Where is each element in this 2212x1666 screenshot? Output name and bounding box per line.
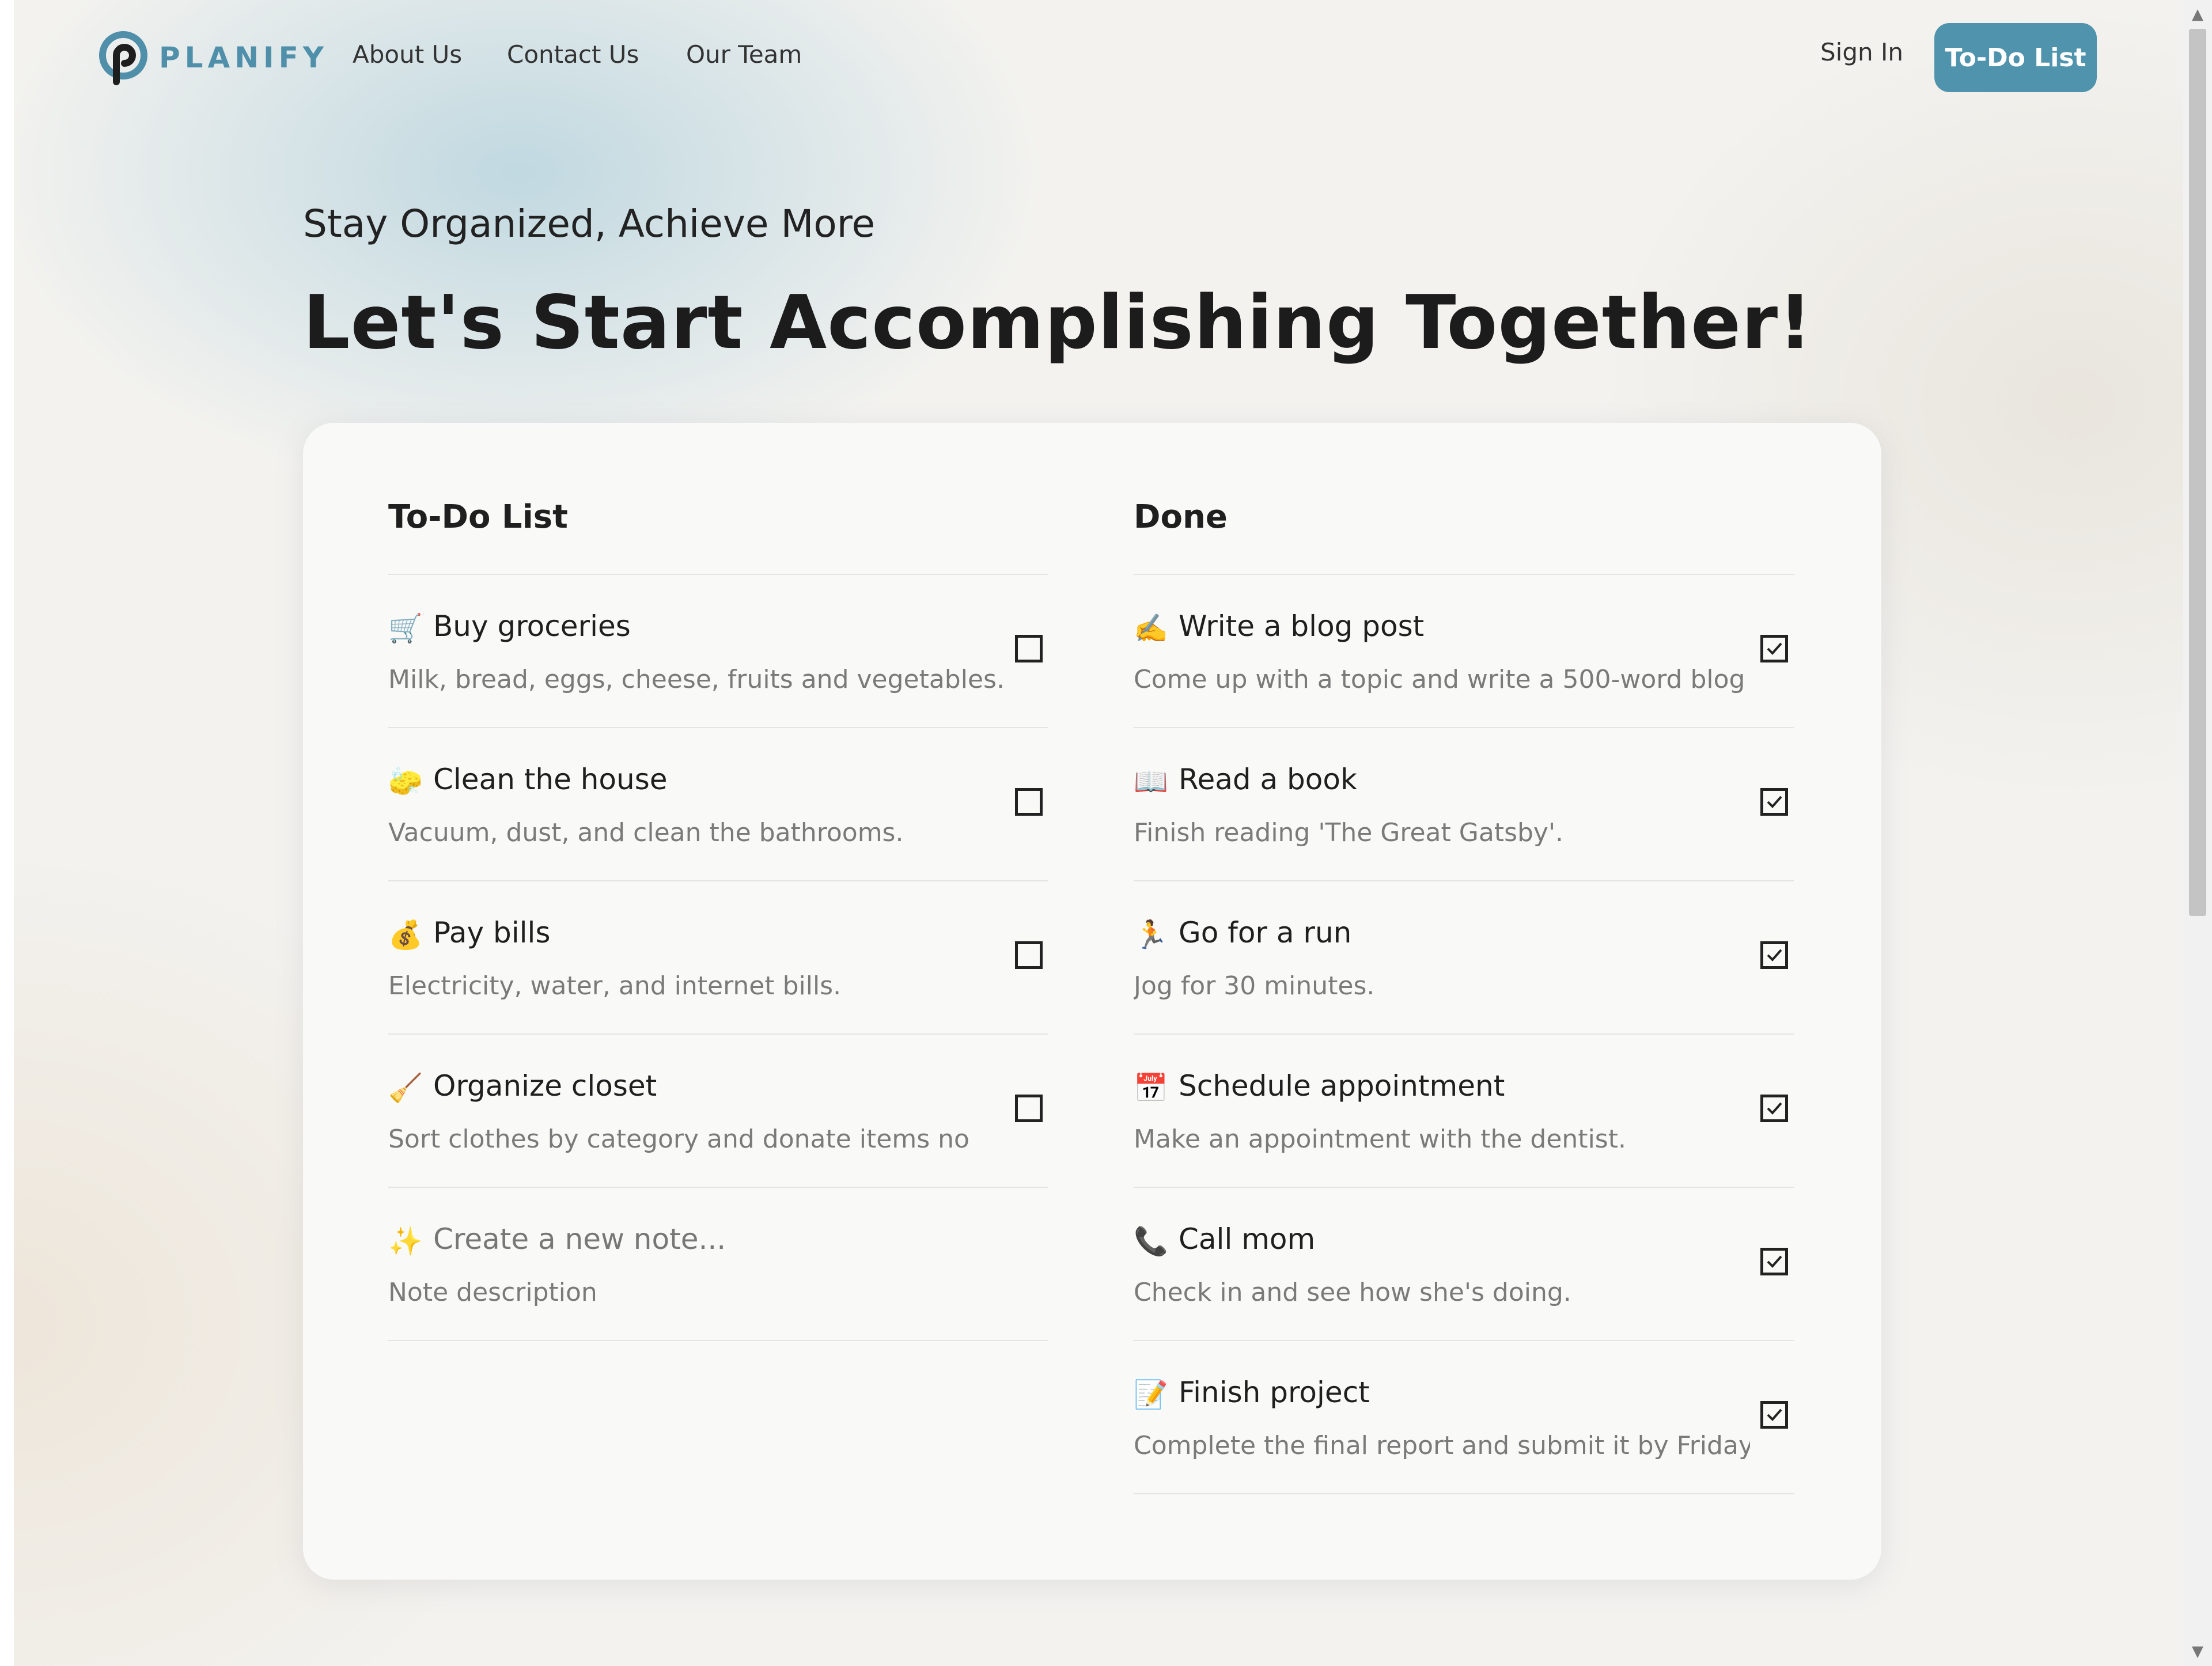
checkmark-icon	[1767, 949, 1782, 961]
done-item-description: Check in and see how she's doing.	[1134, 1278, 1571, 1307]
todo-item-description: Milk, bread, eggs, cheese, fruits and ve…	[388, 665, 1005, 694]
todo-item-title: Organize closet	[433, 1069, 657, 1103]
checkmark-icon	[1767, 1255, 1782, 1268]
todo-item-title: Buy groceries	[433, 609, 631, 643]
left-edge	[0, 0, 14, 1666]
todo-item: 🧹 Organize closet Sort clothes by catego…	[388, 1035, 1048, 1188]
done-item: 🏃 Go for a run Jog for 30 minutes.	[1134, 881, 1794, 1035]
shopping-cart-icon: 🛒	[388, 612, 423, 645]
checkmark-icon	[1767, 642, 1782, 655]
new-note-title-input[interactable]: Create a new note...	[433, 1222, 726, 1256]
done-item: 📖 Read a book Finish reading 'The Great …	[1134, 728, 1794, 881]
hero-headline: Let's Start Accomplishing Together!	[303, 280, 1813, 366]
scroll-up-arrow-icon[interactable]: ▲	[2183, 0, 2212, 29]
phone-icon: 📞	[1134, 1225, 1168, 1258]
done-item: ✍️ Write a blog post Come up with a topi…	[1134, 575, 1794, 728]
done-item-description: Jog for 30 minutes.	[1134, 971, 1375, 1001]
runner-icon: 🏃	[1134, 919, 1168, 951]
done-item: 📝 Finish project Complete the final repo…	[1134, 1341, 1794, 1494]
done-item: 📅 Schedule appointment Make an appointme…	[1134, 1035, 1794, 1188]
tasks-card: To-Do List 🛒 Buy groceries Milk, bread, …	[303, 423, 1881, 1580]
done-checkbox[interactable]	[1760, 1095, 1788, 1122]
sponge-icon: 🧽	[388, 766, 423, 798]
done-item-title: Write a blog post	[1179, 609, 1425, 643]
checkmark-icon	[1767, 1408, 1782, 1421]
checkmark-icon	[1767, 1102, 1782, 1115]
hero-subtitle: Stay Organized, Achieve More	[303, 202, 876, 246]
todo-checkbox[interactable]	[1015, 1095, 1043, 1122]
broom-icon: 🧹	[388, 1072, 423, 1104]
writing-hand-icon: ✍️	[1134, 612, 1168, 645]
done-heading: Done	[1134, 501, 1794, 575]
done-item-title: Schedule appointment	[1179, 1069, 1505, 1103]
done-checkbox[interactable]	[1760, 1248, 1788, 1275]
todo-heading: To-Do List	[388, 501, 1048, 575]
done-column: Done ✍️ Write a blog post Come up with a…	[1134, 501, 1794, 1494]
todo-item-title: Clean the house	[433, 763, 668, 796]
done-item-description: Complete the final report and submit it …	[1134, 1431, 1750, 1460]
nav-link-about-us[interactable]: About Us	[353, 40, 462, 69]
scrollbar-thumb[interactable]	[2189, 29, 2206, 916]
nav-link-contact-us[interactable]: Contact Us	[507, 40, 639, 69]
todo-checkbox[interactable]	[1015, 635, 1043, 662]
done-item-title: Call mom	[1179, 1222, 1316, 1256]
vertical-scrollbar[interactable]: ▲ ▼	[2183, 0, 2212, 1666]
done-checkbox[interactable]	[1760, 635, 1788, 662]
scroll-down-arrow-icon[interactable]: ▼	[2183, 1637, 2212, 1666]
done-checkbox[interactable]	[1760, 788, 1788, 816]
new-note-form: ✨ Create a new note... Note description	[388, 1188, 1048, 1341]
brand-logo[interactable]: PLANIFY	[93, 29, 328, 86]
checkmark-icon	[1767, 796, 1782, 808]
todo-column: To-Do List 🛒 Buy groceries Milk, bread, …	[388, 501, 1048, 1341]
money-bag-icon: 💰	[388, 919, 423, 951]
todo-item: 💰 Pay bills Electricity, water, and inte…	[388, 881, 1048, 1035]
memo-icon: 📝	[1134, 1379, 1168, 1411]
todo-item-title: Pay bills	[433, 916, 551, 949]
todo-item: 🧽 Clean the house Vacuum, dust, and clea…	[388, 728, 1048, 881]
todo-item-description: Electricity, water, and internet bills.	[388, 971, 842, 1001]
done-item-title: Go for a run	[1179, 916, 1352, 949]
todo-item-description: Sort clothes by category and donate item…	[388, 1124, 969, 1154]
new-note-description-input[interactable]: Note description	[388, 1278, 597, 1307]
sign-in-link[interactable]: Sign In	[1820, 38, 1903, 66]
todo-item: 🛒 Buy groceries Milk, bread, eggs, chees…	[388, 575, 1048, 728]
done-item-description: Finish reading 'The Great Gatsby'.	[1134, 818, 1564, 847]
sparkles-icon: ✨	[388, 1225, 423, 1258]
done-checkbox[interactable]	[1760, 1401, 1788, 1429]
top-nav: PLANIFY About Us Contact Us Our Team Sig…	[0, 0, 2183, 115]
calendar-icon: 📅	[1134, 1072, 1168, 1104]
todo-list-button[interactable]: To-Do List	[1934, 23, 2097, 92]
brand-name: PLANIFY	[159, 41, 329, 74]
open-book-icon: 📖	[1134, 766, 1168, 798]
done-item: 📞 Call mom Check in and see how she's do…	[1134, 1188, 1794, 1341]
done-item-title: Finish project	[1179, 1376, 1370, 1409]
done-checkbox[interactable]	[1760, 941, 1788, 969]
todo-checkbox[interactable]	[1015, 788, 1043, 816]
done-item-title: Read a book	[1179, 763, 1357, 796]
planify-logo-icon	[99, 31, 147, 85]
done-item-description: Make an appointment with the dentist.	[1134, 1124, 1626, 1154]
nav-link-our-team[interactable]: Our Team	[686, 40, 802, 69]
done-item-description: Come up with a topic and write a 500-wor…	[1134, 665, 1745, 694]
todo-checkbox[interactable]	[1015, 941, 1043, 969]
todo-item-description: Vacuum, dust, and clean the bathrooms.	[388, 818, 904, 847]
